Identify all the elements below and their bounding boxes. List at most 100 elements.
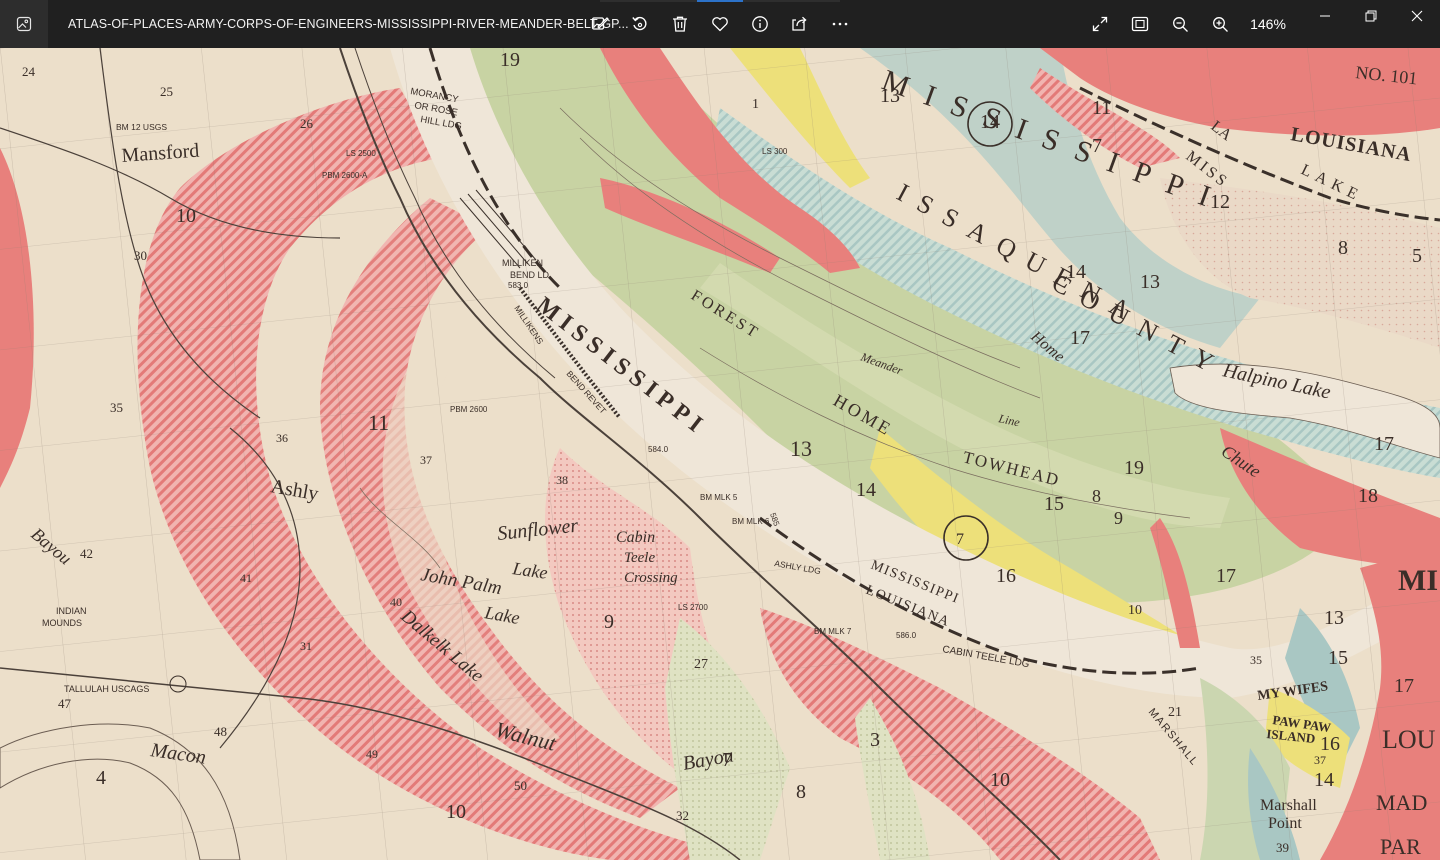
svg-text:7: 7 (1092, 135, 1102, 157)
fit-window-icon (1131, 16, 1149, 32)
zoom-level[interactable]: 146% (1240, 0, 1296, 48)
svg-text:10: 10 (990, 769, 1010, 791)
svg-text:BM 12 USGS: BM 12 USGS (116, 122, 167, 132)
close-icon (1411, 10, 1423, 22)
svg-text:LS 300: LS 300 (762, 147, 788, 156)
svg-text:47: 47 (58, 696, 72, 711)
delete-button[interactable] (660, 0, 700, 48)
svg-text:40: 40 (390, 595, 402, 609)
zoom-out-button[interactable] (1160, 0, 1200, 48)
svg-text:4: 4 (96, 767, 106, 789)
svg-text:Crossing: Crossing (624, 570, 678, 586)
minimize-button[interactable] (1302, 0, 1348, 32)
svg-text:15: 15 (1044, 493, 1064, 515)
svg-text:32: 32 (676, 808, 689, 823)
edit-button[interactable] (580, 0, 620, 48)
zoom-out-icon (1172, 16, 1188, 32)
restore-icon (1365, 10, 1377, 22)
svg-text:MI: MI (1398, 564, 1438, 597)
svg-text:17: 17 (1394, 675, 1414, 697)
share-icon (792, 16, 807, 31)
svg-text:14: 14 (1314, 769, 1334, 791)
svg-text:30: 30 (134, 248, 147, 263)
svg-text:MILLIKEN: MILLIKEN (502, 258, 543, 268)
fullscreen-button[interactable] (1080, 0, 1120, 48)
svg-text:8: 8 (796, 781, 806, 803)
photos-app-icon[interactable] (0, 0, 48, 48)
svg-text:14: 14 (1066, 261, 1086, 283)
svg-text:19: 19 (500, 49, 520, 71)
svg-text:PBM 2600-A: PBM 2600-A (322, 171, 368, 180)
svg-text:BM MLK 5: BM MLK 5 (700, 493, 738, 502)
svg-text:7: 7 (956, 531, 964, 548)
svg-text:Point: Point (1268, 815, 1302, 832)
svg-text:27: 27 (694, 657, 708, 672)
svg-text:17: 17 (1216, 565, 1236, 587)
restore-button[interactable] (1348, 0, 1394, 32)
svg-text:BM MLK 7: BM MLK 7 (814, 627, 852, 636)
svg-text:583.0: 583.0 (508, 281, 529, 290)
zoom-in-button[interactable] (1200, 0, 1240, 48)
svg-text:11: 11 (1092, 97, 1111, 119)
svg-text:3: 3 (870, 729, 880, 751)
svg-text:38: 38 (556, 473, 568, 487)
svg-text:18: 18 (1358, 485, 1378, 507)
rotate-icon (632, 16, 647, 31)
svg-text:LOU: LOU (1382, 725, 1436, 754)
favorite-button[interactable] (700, 0, 740, 48)
svg-text:37: 37 (1314, 753, 1326, 767)
svg-text:39: 39 (1276, 840, 1289, 855)
favorite-icon (712, 17, 728, 32)
svg-text:50: 50 (514, 778, 527, 793)
svg-text:13: 13 (790, 436, 812, 461)
svg-text:36: 36 (276, 431, 288, 445)
map-image-viewport[interactable]: MISSISSIPPI MISSISSIPPI LOUISIANA MISSIS… (0, 48, 1440, 860)
svg-text:7: 7 (722, 749, 732, 771)
svg-text:41: 41 (240, 571, 252, 585)
svg-text:8: 8 (1092, 486, 1101, 506)
fit-window-button[interactable] (1120, 0, 1160, 48)
svg-text:INDIAN: INDIAN (56, 606, 87, 616)
fullscreen-icon (1092, 16, 1108, 32)
svg-text:35: 35 (110, 400, 123, 415)
svg-text:586.0: 586.0 (896, 631, 917, 640)
svg-text:15: 15 (1328, 647, 1348, 669)
svg-text:42: 42 (80, 546, 93, 561)
svg-text:BEND LD: BEND LD (510, 270, 550, 280)
svg-text:25: 25 (160, 84, 173, 99)
historical-map: MISSISSIPPI MISSISSIPPI LOUISIANA MISSIS… (0, 48, 1440, 860)
svg-text:12: 12 (1210, 191, 1230, 213)
minimize-icon (1320, 15, 1330, 17)
svg-text:1: 1 (752, 97, 759, 112)
edit-image-icon (591, 17, 609, 30)
svg-text:PAR: PAR (1380, 834, 1421, 859)
more-button[interactable] (820, 0, 860, 48)
svg-text:48: 48 (214, 724, 227, 739)
svg-text:14: 14 (856, 479, 876, 501)
title-bar: ATLAS-OF-PLACES-ARMY-CORPS-OF-ENGINEERS-… (0, 0, 1440, 48)
more-icon (832, 22, 848, 26)
svg-text:MOUNDS: MOUNDS (42, 618, 82, 628)
svg-text:9: 9 (1114, 508, 1123, 528)
svg-text:BM MLK 6: BM MLK 6 (732, 517, 770, 526)
svg-text:21: 21 (1168, 705, 1182, 720)
info-button[interactable] (740, 0, 780, 48)
svg-text:PBM 2600: PBM 2600 (450, 405, 488, 414)
svg-text:17: 17 (1070, 327, 1090, 349)
svg-text:8: 8 (1338, 237, 1348, 259)
share-button[interactable] (780, 0, 820, 48)
svg-text:31: 31 (300, 639, 312, 653)
svg-text:49: 49 (366, 747, 378, 761)
rotate-button[interactable] (620, 0, 660, 48)
svg-text:Teele: Teele (624, 550, 655, 566)
svg-text:LS 2700: LS 2700 (678, 603, 708, 612)
svg-text:13: 13 (1140, 271, 1160, 293)
svg-text:MAD: MAD (1376, 790, 1427, 815)
svg-text:13: 13 (1324, 607, 1344, 629)
svg-text:TALLULAH USCAGS: TALLULAH USCAGS (64, 684, 149, 694)
close-button[interactable] (1394, 0, 1440, 32)
svg-text:19: 19 (1124, 457, 1144, 479)
svg-text:37: 37 (420, 453, 432, 467)
svg-text:24: 24 (22, 64, 36, 79)
svg-text:16: 16 (1320, 733, 1340, 755)
